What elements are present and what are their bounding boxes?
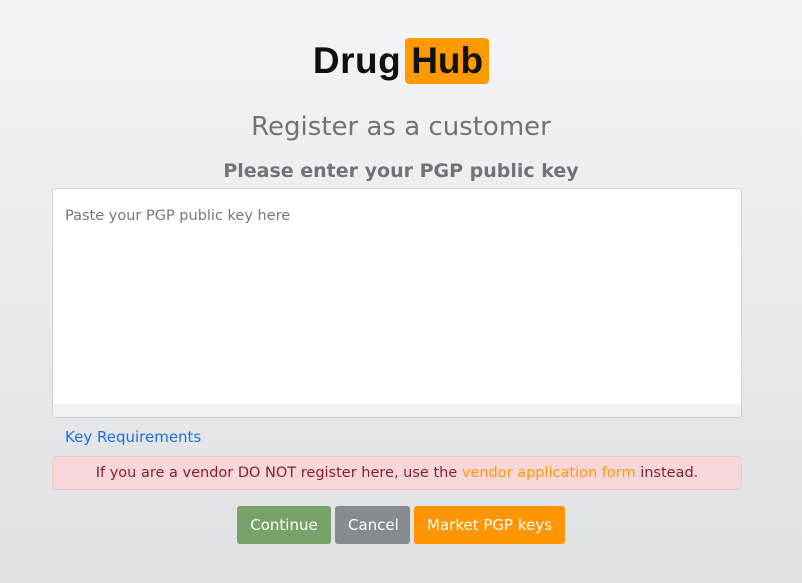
logo-text-hub: Hub [405, 38, 490, 84]
vendor-warning-alert: If you are a vendor DO NOT register here… [52, 456, 742, 490]
page-title: Register as a customer [251, 112, 551, 142]
market-pgp-keys-button[interactable]: Market PGP keys [414, 506, 565, 544]
cancel-button[interactable]: Cancel [335, 506, 410, 544]
page-subtitle: Please enter your PGP public key [223, 160, 579, 182]
site-logo[interactable]: Drug Hub [0, 38, 802, 84]
alert-text-after: instead. [635, 465, 699, 481]
pgp-key-textarea[interactable] [53, 189, 741, 400]
pgp-key-field-container [52, 188, 742, 418]
alert-text-before: If you are a vendor DO NOT register here… [95, 465, 462, 481]
form-actions: Continue Cancel Market PGP keys [0, 506, 802, 544]
continue-button[interactable]: Continue [237, 506, 331, 544]
textarea-footer-strip [53, 404, 741, 417]
vendor-application-form-link[interactable]: vendor application form [462, 465, 636, 481]
logo-text-drug: Drug [312, 40, 402, 81]
key-requirements-link[interactable]: Key Requirements [65, 428, 201, 446]
